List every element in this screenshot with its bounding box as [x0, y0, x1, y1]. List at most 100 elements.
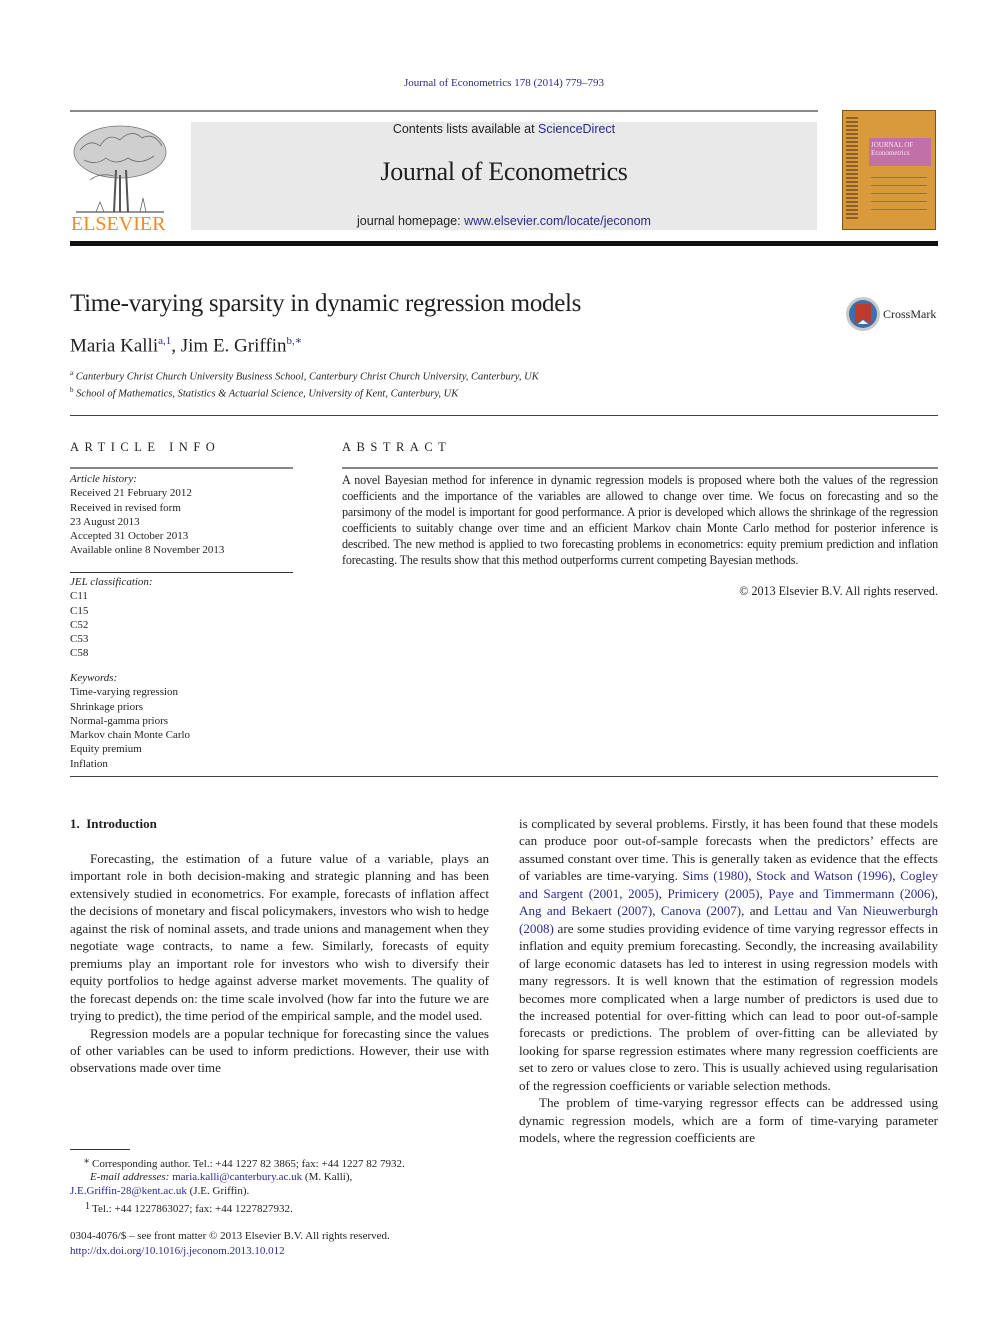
divider: [70, 467, 293, 469]
contents-prefix: Contents lists available at: [392, 122, 539, 136]
cover-contents-lines: [871, 177, 927, 211]
paragraph: The problem of time-varying regressor ef…: [519, 1095, 938, 1146]
citation-link[interactable]: Ang and Bekaert (2007): [519, 903, 652, 918]
keyword: Equity premium: [70, 743, 142, 756]
body-column-right: is complicated by several problems. Firs…: [519, 815, 938, 1147]
keywords: Keywords: Time-varying regression Shrink…: [70, 671, 292, 771]
footnote-emails-cont: J.E.Griffin-28@kent.ac.uk (J.E. Griffin)…: [70, 1184, 510, 1199]
journal-homepage-link[interactable]: www.elsevier.com/locate/jeconom: [464, 214, 651, 228]
abstract-heading: ABSTRACT: [342, 440, 452, 454]
affiliation-text: Canterbury Christ Church University Busi…: [75, 371, 539, 383]
contents-line: Contents lists available at ScienceDirec…: [191, 122, 817, 136]
author-affiliation-marks[interactable]: a,1: [158, 335, 171, 347]
jel-code: C15: [70, 604, 89, 617]
crossmark-button[interactable]: CrossMark: [845, 296, 936, 332]
footnote-text: Corresponding author. Tel.: +44 1227 82 …: [92, 1158, 405, 1170]
affiliation-mark: a: [70, 369, 74, 377]
author-name[interactable]: Maria Kalli: [70, 335, 158, 356]
paragraph: Forecasting, the estimation of a future …: [70, 851, 489, 1024]
divider: [70, 415, 938, 416]
doi-link[interactable]: http://dx.doi.org/10.1016/j.jeconom.2013…: [70, 1244, 390, 1259]
cover-spine-text: [846, 117, 858, 221]
elsevier-tree-icon: ELSEVIER: [71, 125, 167, 235]
jel-code: C11: [70, 590, 88, 603]
footnote-mark: ∗: [83, 1156, 90, 1167]
cover-title-line2: Econometrics: [871, 149, 910, 157]
article-history-label: Article history:: [70, 473, 137, 485]
footnote-rule: [70, 1149, 130, 1150]
jel-code: C52: [70, 618, 89, 631]
citation-link[interactable]: Canova (2007): [661, 903, 741, 918]
homepage-line: journal homepage: www.elsevier.com/locat…: [191, 214, 817, 228]
abstract-copyright: © 2013 Elsevier B.V. All rights reserved…: [739, 584, 938, 598]
article-history: Article history: Received 21 February 20…: [70, 472, 292, 558]
divider: [342, 467, 938, 469]
citation-link[interactable]: Stock and Watson (1996): [756, 868, 892, 883]
email-owner: (M. Kalli),: [302, 1171, 353, 1183]
citation-link[interactable]: Paye and Timmermann (2006): [768, 886, 934, 901]
front-matter-text: 0304-4076/$ – see front matter © 2013 El…: [70, 1230, 390, 1242]
author-affiliation-marks[interactable]: b,∗: [286, 335, 302, 347]
email-link[interactable]: J.E.Griffin-28@kent.ac.uk: [70, 1185, 187, 1197]
paragraph: Regression models are a popular techniqu…: [70, 1025, 489, 1076]
citation-link[interactable]: Primicery (2005): [667, 886, 759, 901]
email-owner: (J.E. Griffin).: [186, 1185, 250, 1197]
citation-separator: ,: [892, 868, 901, 884]
jel-code: C58: [70, 647, 89, 660]
sciencedirect-link[interactable]: ScienceDirect: [538, 122, 615, 136]
crossmark-icon: [846, 297, 880, 331]
cover-title: JOURNAL OF Econometrics: [869, 138, 931, 166]
paragraph: is complicated by several problems. Firs…: [519, 815, 938, 1094]
elsevier-wordmark: ELSEVIER: [71, 213, 166, 234]
keyword: Inflation: [70, 757, 108, 770]
header-rule: [70, 110, 818, 112]
affiliation-text: School of Mathematics, Statistics & Actu…: [76, 388, 459, 400]
header-thick-rule: [70, 241, 938, 246]
history-item: Available online 8 November 2013: [70, 544, 225, 557]
keyword: Normal-gamma priors: [70, 714, 169, 727]
body-column-left: Forecasting, the estimation of a future …: [70, 850, 489, 1077]
history-item: 23 August 2013: [70, 515, 140, 528]
cover-title-line1: JOURNAL OF: [871, 141, 914, 149]
elsevier-logo[interactable]: ELSEVIER: [70, 120, 170, 235]
article-title: Time-varying sparsity in dynamic regress…: [70, 290, 582, 317]
citation-link[interactable]: Sims (1980): [683, 868, 749, 883]
keyword: Shrinkage priors: [70, 700, 144, 713]
footnote-emails: E-mail addresses: maria.kalli@canterbury…: [70, 1170, 510, 1185]
journal-reference-link[interactable]: Journal of Econometrics 178 (2014) 779–7…: [0, 77, 992, 89]
divider: [70, 776, 938, 777]
footnote-mark: 1: [85, 1201, 90, 1212]
abstract-text: A novel Bayesian method for inference in…: [342, 473, 938, 567]
citation-separator: ,: [748, 868, 757, 884]
section-heading-introduction: 1. Introduction: [70, 816, 157, 831]
citation-separator: ,: [934, 885, 939, 901]
homepage-prefix: journal homepage:: [357, 214, 465, 228]
email-link[interactable]: maria.kalli@canterbury.ac.uk: [172, 1171, 302, 1183]
crossmark-label: CrossMark: [883, 306, 937, 321]
jel-label: JEL classification:: [70, 576, 153, 588]
author-name[interactable]: Jim E. Griffin: [181, 335, 287, 356]
affiliation: b School of Mathematics, Statistics & Ac…: [70, 386, 458, 400]
affiliation-mark: b: [70, 386, 74, 394]
keyword: Time-varying regression: [70, 686, 179, 699]
citation-separator: ,: [759, 885, 769, 901]
journal-cover-thumbnail[interactable]: JOURNAL OF Econometrics: [842, 110, 936, 230]
history-item: Accepted 31 October 2013: [70, 530, 189, 543]
keyword: Markov chain Monte Carlo: [70, 729, 191, 742]
divider: [70, 572, 293, 573]
history-item: Received 21 February 2012: [70, 487, 192, 500]
citation-separator: , and: [741, 903, 775, 919]
author-list: Maria Kallia,1, Jim E. Griffinb,∗: [70, 334, 302, 357]
footnote-text: Tel.: +44 1227863027; fax: +44 122782793…: [92, 1203, 293, 1215]
keywords-label: Keywords:: [70, 672, 118, 684]
paragraph-text: are some studies providing evidence of t…: [519, 920, 938, 1093]
history-item: Received in revised form: [70, 501, 181, 514]
article-info-heading: ARTICLE INFO: [70, 440, 221, 454]
jel-code: C53: [70, 633, 89, 646]
email-label: E-mail addresses:: [90, 1171, 173, 1183]
affiliation: a Canterbury Christ Church University Bu…: [70, 369, 539, 383]
front-matter: 0304-4076/$ – see front matter © 2013 El…: [70, 1229, 390, 1259]
author-separator: ,: [171, 335, 181, 357]
footnote-1: 1 Tel.: +44 1227863027; fax: +44 12278279…: [70, 1200, 510, 1217]
citation-separator: ,: [652, 903, 661, 919]
